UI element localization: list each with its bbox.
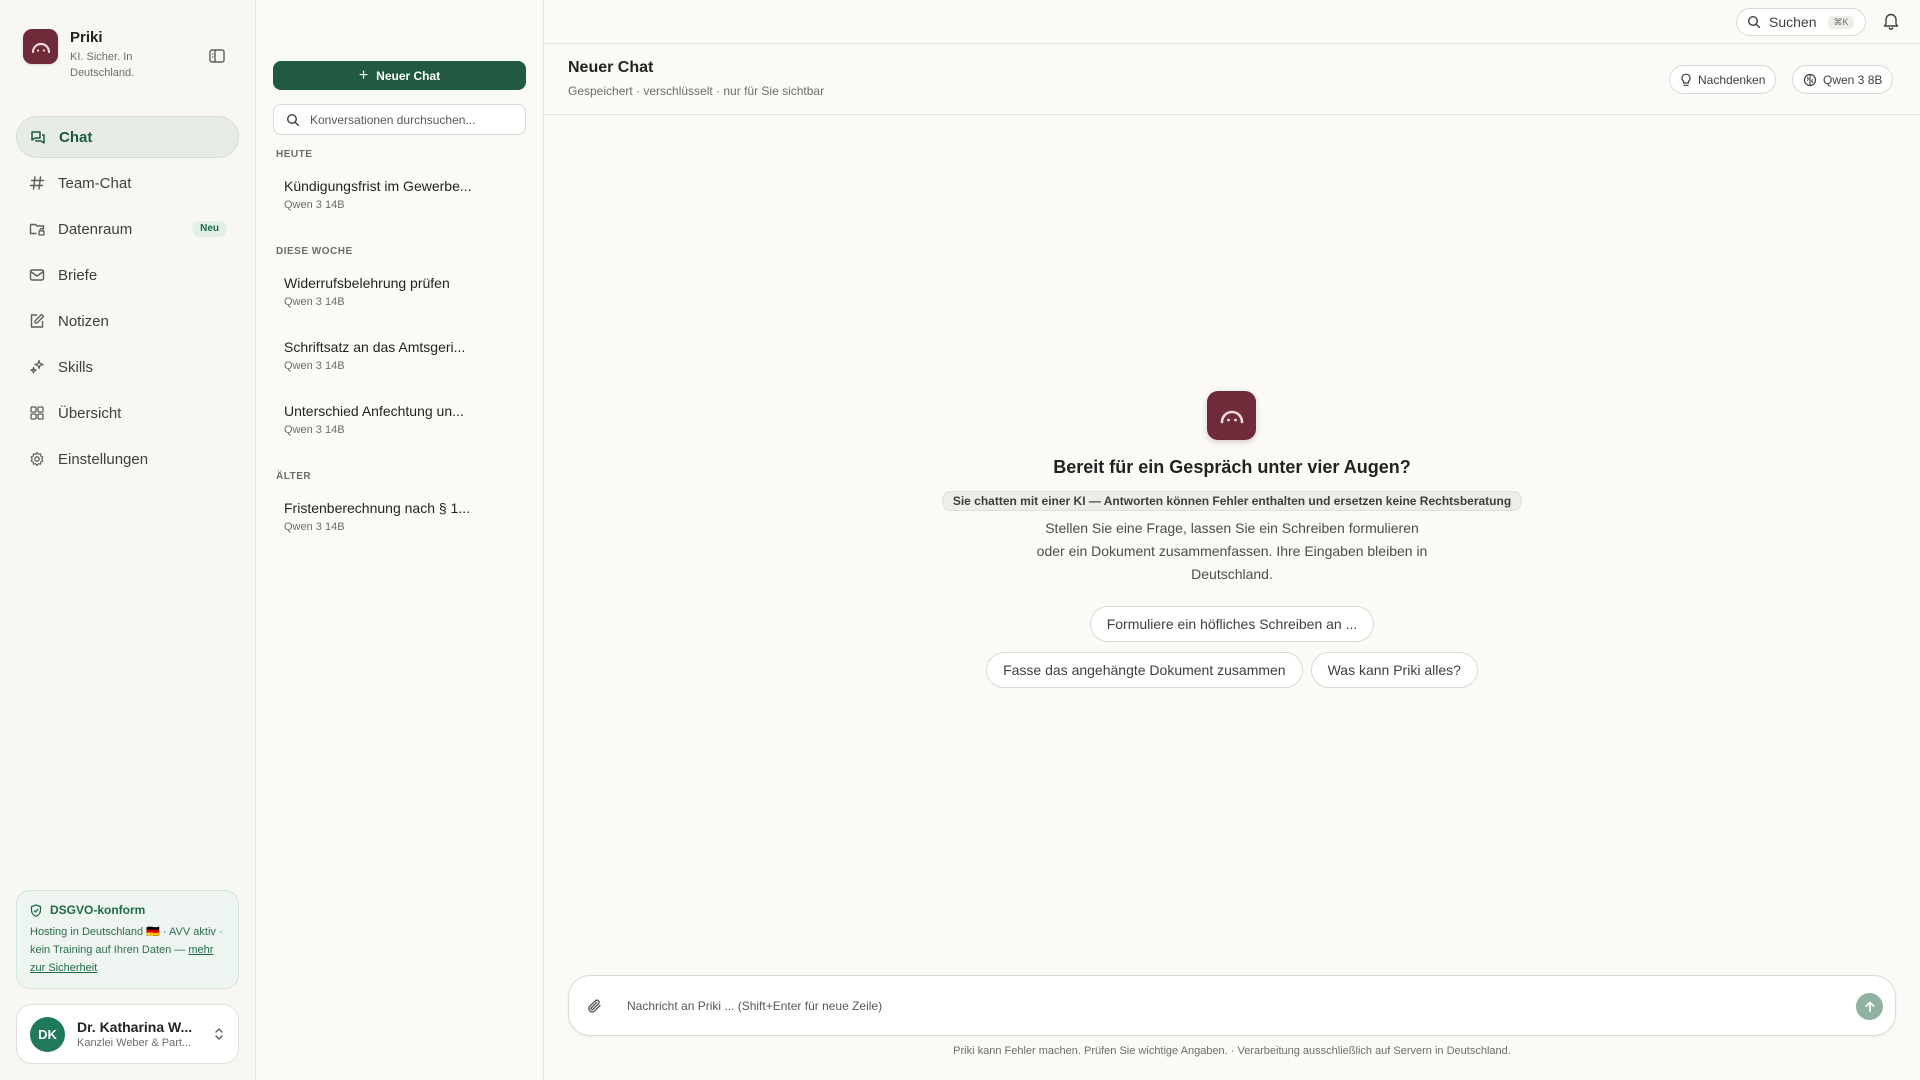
search-shortcut: ⌘K xyxy=(1828,15,1854,29)
sidebar-item-notizen[interactable]: Notizen xyxy=(16,300,239,342)
grid-icon xyxy=(28,404,46,422)
chat-subtitle: Gespeichert · verschlüsselt · nur für Si… xyxy=(568,84,825,98)
sidebar-item-uebersicht[interactable]: Übersicht xyxy=(16,392,239,434)
new-chat-button[interactable]: + Neuer Chat xyxy=(273,61,526,90)
conversation-item[interactable]: Fristenberechnung nach § 1... Qwen 3 14B xyxy=(273,490,526,546)
lightbulb-icon xyxy=(1680,73,1692,87)
suggestion-chip[interactable]: Was kann Priki alles? xyxy=(1310,652,1478,688)
search-label: Suchen xyxy=(1769,14,1817,30)
conversation-item[interactable]: Widerrufsbelehrung prüfen Qwen 3 14B xyxy=(273,265,526,321)
search-icon xyxy=(1747,15,1761,29)
paperclip-icon[interactable] xyxy=(587,997,603,1015)
conversation-item[interactable]: Kündigungsfrist im Gewerbe... Qwen 3 14B xyxy=(273,168,526,224)
think-label: Nachdenken xyxy=(1698,72,1766,87)
arrow-up-icon xyxy=(1864,1001,1875,1012)
sidebar-item-team-chat[interactable]: Team-Chat xyxy=(16,162,239,204)
message-composer xyxy=(568,975,1896,1036)
global-search-button[interactable]: Suchen ⌘K xyxy=(1736,8,1866,36)
sidebar-item-label: Briefe xyxy=(58,266,98,284)
think-toggle-button[interactable]: Nachdenken xyxy=(1669,65,1777,94)
conversation-model: Qwen 3 14B xyxy=(284,360,345,372)
composer-footer-note: Priki kann Fehler machen. Prüfen Sie wic… xyxy=(953,1045,1511,1057)
user-menu[interactable]: DK Dr. Katharina W... Kanzlei Weber & Pa… xyxy=(16,1004,239,1064)
sidebar: Priki KI. Sicher. In Deutschland. Chat T… xyxy=(0,0,256,1080)
suggestion-chip[interactable]: Formuliere ein höfliches Schreiben an ..… xyxy=(1089,606,1375,642)
conversation-title: Unterschied Anfechtung un... xyxy=(284,403,464,419)
sidebar-item-label: Übersicht xyxy=(58,404,122,422)
shield-check-icon xyxy=(30,903,42,917)
sidebar-item-label: Notizen xyxy=(58,312,109,330)
search-icon xyxy=(286,113,300,127)
hash-icon xyxy=(28,174,46,192)
app-name: Priki xyxy=(70,29,103,46)
conversation-title: Schriftsatz an das Amtsgeri... xyxy=(284,339,466,355)
message-input[interactable] xyxy=(627,995,1807,1017)
suggestion-chip[interactable]: Fasse das angehängte Dokument zusammen xyxy=(986,652,1303,688)
sidebar-item-datenraum[interactable]: Datenraum Neu xyxy=(16,208,239,250)
conversation-title: Kündigungsfrist im Gewerbe... xyxy=(284,178,472,194)
sidebar-item-chat[interactable]: Chat xyxy=(16,116,239,158)
bell-icon[interactable] xyxy=(1882,11,1900,31)
gear-icon xyxy=(28,450,46,468)
conversation-item[interactable]: Schriftsatz an das Amtsgeri... Qwen 3 14… xyxy=(273,329,526,385)
group-label-older: ÄLTER xyxy=(276,471,312,482)
app-tagline: KI. Sicher. In Deutschland. xyxy=(70,51,135,79)
sidebar-item-briefe[interactable]: Briefe xyxy=(16,254,239,296)
conversation-panel: + Neuer Chat HEUTE Kündigungsfrist im Ge… xyxy=(256,0,544,1080)
chat-header: Neuer Chat Gespeichert · verschlüsselt ·… xyxy=(544,44,1920,115)
group-label-today: HEUTE xyxy=(276,149,313,160)
chevron-up-down-icon xyxy=(214,1026,224,1042)
conversation-model: Qwen 3 14B xyxy=(284,296,345,308)
avatar: DK xyxy=(30,1016,65,1052)
ai-disclaimer-badge: Sie chatten mit einer KI — Antworten kön… xyxy=(941,491,1523,511)
conversation-title: Fristenberechnung nach § 1... xyxy=(284,500,471,516)
conversation-title: Widerrufsbelehrung prüfen xyxy=(284,275,450,291)
sidebar-item-label: Skills xyxy=(58,358,94,376)
folder-lock-icon xyxy=(28,220,46,238)
brand: Priki KI. Sicher. In Deutschland. xyxy=(23,29,150,81)
conversation-search-input[interactable] xyxy=(310,112,510,127)
brain-icon xyxy=(1803,73,1817,87)
mail-icon xyxy=(28,266,46,284)
note-edit-icon xyxy=(28,312,46,330)
dsgvo-title: DSGVO-konform xyxy=(50,903,146,917)
top-bar: Suchen ⌘K xyxy=(544,0,1920,44)
model-select-button[interactable]: Qwen 3 8B xyxy=(1792,65,1894,94)
conversation-model: Qwen 3 14B xyxy=(284,424,345,436)
sidebar-nav: Chat Team-Chat Datenraum Neu Briefe Noti… xyxy=(16,116,239,484)
dsgvo-card: DSGVO-konform Hosting in Deutschland 🇩🇪 … xyxy=(16,890,239,989)
user-org: Kanzlei Weber & Part... xyxy=(77,1037,192,1049)
sidebar-item-skills[interactable]: Skills xyxy=(16,346,239,388)
empty-state-title: Bereit für ein Gespräch unter vier Augen… xyxy=(1053,457,1411,477)
sidebar-item-label: Einstellungen xyxy=(58,450,149,468)
group-label-this-week: DIESE WOCHE xyxy=(276,246,353,257)
new-chat-label: Neuer Chat xyxy=(376,68,441,83)
sparkles-icon xyxy=(28,358,46,376)
chat-title: Neuer Chat xyxy=(568,59,654,76)
send-button[interactable] xyxy=(1856,993,1883,1020)
app-logo xyxy=(23,29,58,64)
plus-icon: + xyxy=(358,66,369,84)
model-label: Qwen 3 8B xyxy=(1823,72,1883,87)
user-name: Dr. Katharina W... xyxy=(77,1019,193,1035)
sidebar-item-einstellungen[interactable]: Einstellungen xyxy=(16,438,239,480)
conversation-search xyxy=(273,104,526,135)
new-badge: Neu xyxy=(192,221,227,237)
sidebar-item-label: Datenraum xyxy=(58,220,133,238)
assistant-logo xyxy=(1207,391,1256,440)
sidebar-item-label: Team-Chat xyxy=(58,174,132,192)
sidebar-collapse-icon[interactable] xyxy=(206,46,228,66)
sidebar-item-label: Chat xyxy=(59,128,93,146)
conversation-model: Qwen 3 14B xyxy=(284,521,345,533)
empty-state-description: Stellen Sie eine Frage, lassen Sie ein S… xyxy=(1036,520,1428,582)
chat-icon xyxy=(29,128,47,146)
conversation-item[interactable]: Unterschied Anfechtung un... Qwen 3 14B xyxy=(273,393,526,449)
conversation-model: Qwen 3 14B xyxy=(284,199,345,211)
